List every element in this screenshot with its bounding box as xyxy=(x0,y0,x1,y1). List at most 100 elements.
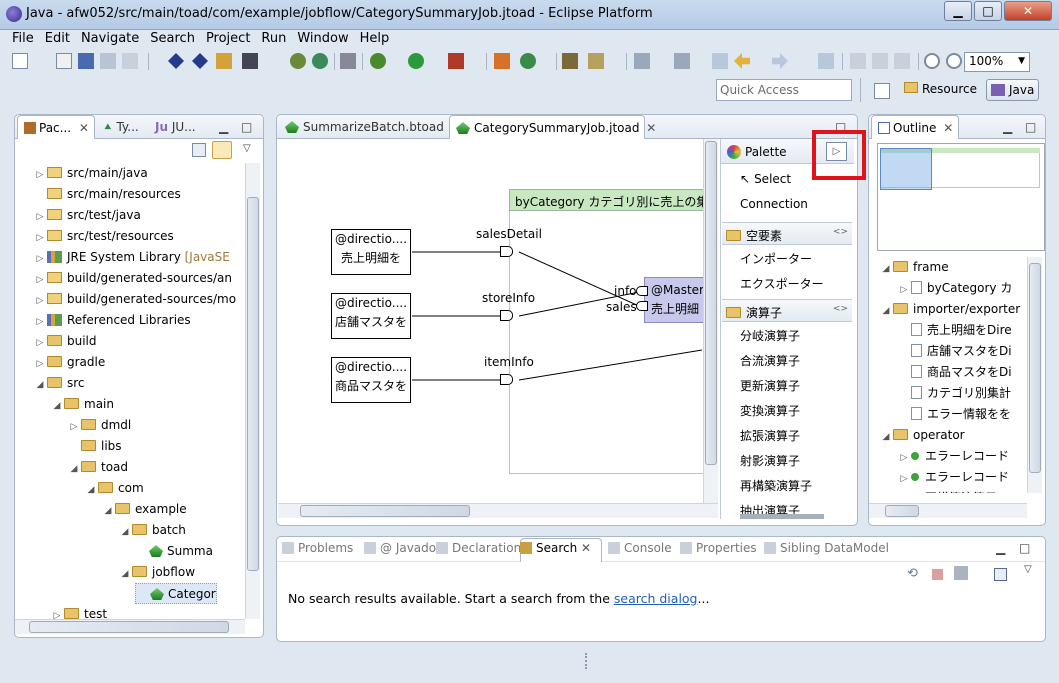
tree-item[interactable]: src/main/resources xyxy=(33,184,181,205)
menu-window[interactable]: Window xyxy=(291,30,353,46)
quick-access-input[interactable]: Quick Access xyxy=(716,79,852,101)
sync-icon[interactable] xyxy=(312,53,328,69)
package-tree-vscroll[interactable] xyxy=(245,163,260,619)
outline-hscroll[interactable] xyxy=(869,503,1027,518)
tab-declaration[interactable]: Declaration xyxy=(436,541,521,555)
perspective-resource[interactable]: Resource xyxy=(900,79,981,101)
open-type-icon[interactable] xyxy=(494,53,510,69)
collapsed-arrow-icon[interactable]: ▷ xyxy=(897,490,911,493)
scroll-thumb[interactable] xyxy=(247,197,259,571)
refresh-icon[interactable] xyxy=(290,53,306,69)
tab-sibling-datamodel[interactable]: Sibling DataModel xyxy=(764,541,889,555)
zoom-in-icon[interactable] xyxy=(924,53,940,69)
outline-item[interactable]: 商品マスタをDi xyxy=(897,362,1012,383)
tree-item[interactable]: ▷ src/test/java xyxy=(33,205,141,226)
outline-item[interactable]: 売上明細をDire xyxy=(897,320,1012,341)
close-icon[interactable]: ✕ xyxy=(646,121,656,135)
maximize-button[interactable]: □ xyxy=(974,1,1002,21)
tree-item[interactable]: ▷ build xyxy=(33,331,97,352)
tree-item[interactable]: ▷ gradle xyxy=(33,352,106,375)
menu-file[interactable]: File xyxy=(6,30,39,46)
zoom-out-icon[interactable] xyxy=(946,53,962,69)
outline-thumbnail[interactable] xyxy=(877,143,1045,251)
port-sales[interactable] xyxy=(636,301,648,311)
tree-item[interactable]: ◢ toad xyxy=(67,457,129,478)
port-info[interactable] xyxy=(636,286,648,296)
outline-item[interactable]: ▷ エラーレコード xyxy=(897,467,1009,488)
scroll-thumb[interactable] xyxy=(705,141,717,465)
expanded-arrow-icon[interactable]: ◢ xyxy=(118,564,132,585)
search-dialog-link[interactable]: search dialog xyxy=(614,591,698,606)
scroll-thumb[interactable] xyxy=(300,505,470,517)
tool-icon[interactable] xyxy=(216,53,232,69)
tree-item[interactable]: ◢ batch xyxy=(118,520,186,541)
back-arrow-icon[interactable] xyxy=(734,53,750,69)
menu-run[interactable]: Run xyxy=(255,30,291,46)
tab-outline[interactable]: Outline ✕ xyxy=(871,115,959,139)
tab-javadoc[interactable]: @ Javadoc xyxy=(364,541,443,555)
menu-project[interactable]: Project xyxy=(200,30,255,46)
run-ext-icon[interactable] xyxy=(448,53,464,69)
collapsed-arrow-icon[interactable]: ▷ xyxy=(33,354,47,375)
trim-handle[interactable] xyxy=(585,653,589,669)
new-icon[interactable] xyxy=(12,53,28,69)
save-all-icon[interactable] xyxy=(100,53,116,69)
close-icon[interactable]: ✕ xyxy=(577,541,591,555)
compile-icon[interactable] xyxy=(242,53,258,69)
port-store-info[interactable] xyxy=(500,310,513,321)
outline-item[interactable]: ▷ byCategory カ xyxy=(897,278,1012,299)
scroll-thumb[interactable] xyxy=(1029,263,1041,473)
collapsed-arrow-icon[interactable]: ▷ xyxy=(33,333,47,354)
palette-item-operator[interactable]: 拡張演算子 xyxy=(740,427,800,444)
expanded-arrow-icon[interactable]: ◢ xyxy=(50,396,64,417)
tab-package-explorer[interactable]: Pac... ✕ xyxy=(17,115,95,139)
tree-item[interactable]: ▷ test xyxy=(50,604,107,619)
expanded-arrow-icon[interactable]: ◢ xyxy=(879,259,893,280)
minimize-outline-button[interactable]: ▁ xyxy=(997,115,1018,139)
collapsed-arrow-icon[interactable]: ▷ xyxy=(33,207,47,228)
tree-item[interactable]: ◢ jobflow xyxy=(118,562,195,583)
expanded-arrow-icon[interactable]: ◢ xyxy=(118,522,132,543)
expanded-arrow-icon[interactable]: ◢ xyxy=(84,480,98,501)
search-history-icon[interactable]: ⟲ xyxy=(907,566,918,581)
port-item-info[interactable] xyxy=(500,374,513,385)
collapsed-arrow-icon[interactable]: ▷ xyxy=(33,291,47,312)
scroll-thumb[interactable] xyxy=(29,621,229,633)
collapsed-arrow-icon[interactable]: ▷ xyxy=(33,228,47,249)
tab-search[interactable]: Search ✕ xyxy=(520,541,591,555)
section-toggle-icon[interactable]: <> xyxy=(833,304,848,314)
debug-icon[interactable] xyxy=(370,53,386,69)
outline-item[interactable]: 店舗マスタをDi xyxy=(897,341,1012,362)
collapsed-arrow-icon[interactable]: ▷ xyxy=(67,417,81,438)
collapsed-arrow-icon[interactable]: ▷ xyxy=(897,280,911,301)
collapsed-arrow-icon[interactable]: ▷ xyxy=(33,270,47,291)
outline-item[interactable]: エラー情報をを xyxy=(897,404,1011,425)
zoom-select[interactable]: 100% ▼ xyxy=(964,52,1030,72)
view-menu-icon[interactable]: ▽ xyxy=(1024,564,1032,575)
maximize-bottom-button[interactable]: □ xyxy=(1019,541,1030,555)
minimize-button[interactable]: ▁ xyxy=(944,1,972,21)
collapsed-arrow-icon[interactable]: ▷ xyxy=(897,448,911,469)
tab-junit[interactable]: Ju JU... xyxy=(149,115,202,139)
palette-tool-connection[interactable]: Connection xyxy=(740,197,808,211)
link-editor-icon[interactable] xyxy=(212,141,232,159)
collapse-all-icon[interactable] xyxy=(192,143,206,157)
tree-item[interactable]: ◢ com xyxy=(84,478,144,499)
new-type-icon[interactable] xyxy=(56,53,72,69)
tree-item[interactable]: ▷ build/generated-sources/an xyxy=(33,268,232,289)
menu-help[interactable]: Help xyxy=(354,30,395,46)
build-icon[interactable] xyxy=(168,53,184,69)
input-node-sales[interactable]: @directio.... 売上明細を xyxy=(331,229,411,275)
tab-console[interactable]: Console xyxy=(608,541,672,555)
section-toggle-icon[interactable]: <> xyxy=(833,227,848,237)
outline-item[interactable]: ◢ frame xyxy=(879,257,949,278)
tab-type-hierarchy[interactable]: ⯅ Ty... xyxy=(97,115,145,139)
palette-item-importer[interactable]: インポーター xyxy=(740,250,812,267)
stop-icon[interactable] xyxy=(932,569,943,580)
palette-tool-select[interactable]: ↖ Select xyxy=(740,172,791,186)
menu-search[interactable]: Search xyxy=(144,30,200,46)
tree-item[interactable]: libs xyxy=(67,436,122,457)
menu-navigate[interactable]: Navigate xyxy=(75,30,144,46)
expanded-arrow-icon[interactable]: ◢ xyxy=(879,301,893,322)
build-all-icon[interactable] xyxy=(192,53,208,69)
